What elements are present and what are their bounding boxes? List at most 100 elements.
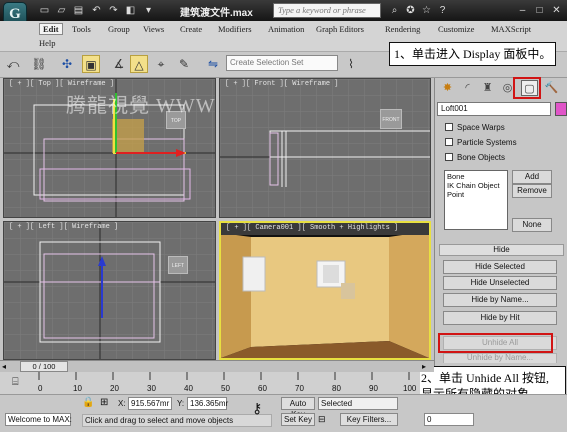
hide-by-hit-button[interactable]: Hide by Hit	[443, 311, 557, 325]
menu-customize[interactable]: Customize	[438, 24, 474, 34]
angle-snap-icon[interactable]: ∡	[110, 55, 128, 73]
checkbox-label: Space Warps	[457, 123, 505, 132]
viewport-front-label[interactable]: [ + ][ Front ][ Wireframe ]	[225, 80, 338, 88]
key-mode-dropdown[interactable]: Selected	[318, 397, 398, 410]
viewport-top-label[interactable]: [ + ][ Top ][ Wireframe ]	[9, 80, 114, 88]
viewport-left[interactable]: [ + ][ Left ][ Wireframe ] LEFT	[3, 221, 216, 360]
hide-category-list[interactable]: Bone IK Chain Object Point	[444, 170, 508, 230]
title-bar: G ▭ ▱ ▤ ↶ ↷ ◧ ▾ 建筑渡文件.max Type a keyword…	[0, 0, 567, 26]
menu-animation[interactable]: Animation	[268, 24, 304, 34]
key-filters-button[interactable]: Key Filters...	[340, 413, 398, 426]
select-object-icon[interactable]: ▣	[82, 55, 100, 73]
checkbox-box[interactable]	[445, 123, 453, 131]
auto-key-button[interactable]: Auto Key	[281, 397, 315, 419]
hide-rollout-header[interactable]: Hide	[439, 244, 564, 256]
mini-curve-editor-icon[interactable]: ⌸	[12, 375, 28, 389]
hide-unselected-button[interactable]: Hide Unselected	[443, 276, 557, 290]
help-icon[interactable]: ?	[436, 4, 449, 17]
unhide-by-name-button[interactable]: Unhide by Name...	[443, 353, 557, 363]
new-file-icon[interactable]: ▭	[38, 4, 51, 17]
time-slider-thumb[interactable]: 0 / 100	[20, 361, 68, 372]
tick-label: 40	[184, 384, 193, 393]
menu-modifiers[interactable]: Modifiers	[218, 24, 252, 34]
checkbox-box[interactable]	[445, 138, 453, 146]
menu-edit[interactable]: Edit	[39, 23, 63, 35]
menu-help[interactable]: Help	[39, 38, 56, 48]
close-icon[interactable]: ✕	[550, 4, 563, 17]
checkbox-box[interactable]	[445, 153, 453, 161]
menu-graph-editors[interactable]: Graph Editors	[316, 24, 364, 34]
next-frame-icon[interactable]: ▸	[422, 361, 432, 372]
lock-selection-icon[interactable]: 🔒	[82, 397, 94, 409]
viewcube-left[interactable]: LEFT	[168, 256, 188, 274]
restore-icon[interactable]: □	[533, 4, 546, 17]
hierarchy-tab-icon[interactable]: ♜	[479, 80, 496, 96]
menu-group[interactable]: Group	[108, 24, 130, 34]
selection-set-dropdown[interactable]: Create Selection Set	[226, 55, 338, 71]
status-bar: Welcome to MAX: 🔒 ⊞ X: 915.567mr Y: 136.…	[0, 394, 567, 432]
y-coordinate-field[interactable]: 136.365mr	[187, 397, 228, 410]
menu-rendering[interactable]: Rendering	[385, 24, 420, 34]
checkbox-particle-systems[interactable]: Particle Systems	[445, 138, 517, 147]
menu-tools[interactable]: Tools	[72, 24, 91, 34]
menu-views[interactable]: Views	[143, 24, 164, 34]
open-file-icon[interactable]: ▱	[55, 4, 68, 17]
search-icon[interactable]: ⌕	[388, 4, 401, 17]
checkbox-space-warps[interactable]: Space Warps	[445, 123, 505, 132]
left-viewport-grid	[4, 222, 215, 359]
command-panel: ✸ ◜ ♜ ◎ ▢ 🔨 Loft001 Space Warps Particle…	[434, 78, 567, 370]
select-link-icon[interactable]: ⛓	[30, 55, 48, 73]
search-input[interactable]: Type a keyword or phrase	[273, 3, 381, 18]
mirror-icon[interactable]: ⇋	[204, 55, 222, 73]
none-button[interactable]: None	[512, 218, 552, 232]
checkbox-bone-objects[interactable]: Bone Objects	[445, 153, 505, 162]
prev-frame-icon[interactable]: ◂	[2, 361, 12, 372]
key-filter-icon[interactable]: ⊟	[318, 413, 336, 426]
absolute-mode-icon[interactable]: ⊞	[100, 397, 112, 409]
hide-by-name-button[interactable]: Hide by Name...	[443, 293, 557, 307]
tick-label: 10	[73, 384, 82, 393]
list-item[interactable]: Point	[447, 190, 505, 199]
star-icon[interactable]: ☆	[420, 4, 433, 17]
viewcube-front[interactable]: FRONT	[380, 109, 402, 129]
add-button[interactable]: Add	[512, 170, 552, 184]
object-color-swatch[interactable]	[555, 102, 567, 116]
set-key-icon[interactable]: ⚷	[252, 401, 274, 415]
create-tab-icon[interactable]: ✸	[439, 80, 456, 96]
window-title: 建筑渡文件.max	[180, 8, 253, 19]
viewport-front[interactable]: [ + ][ Front ][ Wireframe ] FRONT	[219, 78, 431, 218]
utilities-tab-icon[interactable]: 🔨	[543, 80, 560, 96]
viewport-left-label[interactable]: [ + ][ Left ][ Wireframe ]	[9, 223, 118, 231]
curve-editor-icon[interactable]: ⌇	[342, 55, 360, 73]
track-bar[interactable]: ⌸ 0 10 20 30 40 50 60 70 80 90 100	[0, 372, 420, 394]
minimize-icon[interactable]: –	[516, 4, 529, 17]
fetch-icon[interactable]: ▾	[142, 4, 155, 17]
current-frame-field[interactable]: 0	[424, 413, 474, 426]
undo-tool-icon[interactable]: ⤺	[4, 55, 22, 73]
prompt-line: Click and drag to select and move object…	[82, 414, 272, 427]
hold-icon[interactable]: ◧	[124, 4, 137, 17]
viewport-camera-label[interactable]: [ + ][ Camera001 ][ Smooth + Highlights …	[226, 224, 398, 232]
time-slider[interactable]: ◂ 0 / 100 ▸	[0, 360, 434, 372]
spinner-snap-icon[interactable]: ⌖	[152, 55, 170, 73]
percent-snap-icon[interactable]: △	[130, 55, 148, 73]
remove-button[interactable]: Remove	[512, 184, 552, 198]
maxscript-listener[interactable]: Welcome to MAX:	[5, 413, 72, 426]
modify-tab-icon[interactable]: ◜	[459, 80, 476, 96]
viewport-camera[interactable]: [ + ][ Camera001 ][ Smooth + Highlights …	[219, 221, 431, 360]
object-name-field[interactable]: Loft001	[437, 102, 551, 116]
save-icon[interactable]: ▤	[72, 4, 85, 17]
undo-icon[interactable]: ↶	[90, 4, 103, 17]
menu-create[interactable]: Create	[180, 24, 202, 34]
hide-selected-button[interactable]: Hide Selected	[443, 260, 557, 274]
bind-spacewarp-icon[interactable]: ✣	[58, 55, 76, 73]
list-item[interactable]: IK Chain Object	[447, 181, 505, 190]
viewport-top[interactable]: [ + ][ Top ][ Wireframe ] TOP 腾龍視覺 WWW.T…	[3, 78, 216, 218]
redo-icon[interactable]: ↷	[107, 4, 120, 17]
list-item[interactable]: Bone	[447, 172, 505, 181]
menu-maxscript[interactable]: MAXScript	[491, 24, 531, 34]
set-key-button[interactable]: Set Key	[281, 413, 315, 426]
edit-named-sets-icon[interactable]: ✎	[175, 55, 193, 73]
infocenter-icon[interactable]: ✪	[404, 4, 417, 17]
x-coordinate-field[interactable]: 915.567mr	[128, 397, 172, 410]
